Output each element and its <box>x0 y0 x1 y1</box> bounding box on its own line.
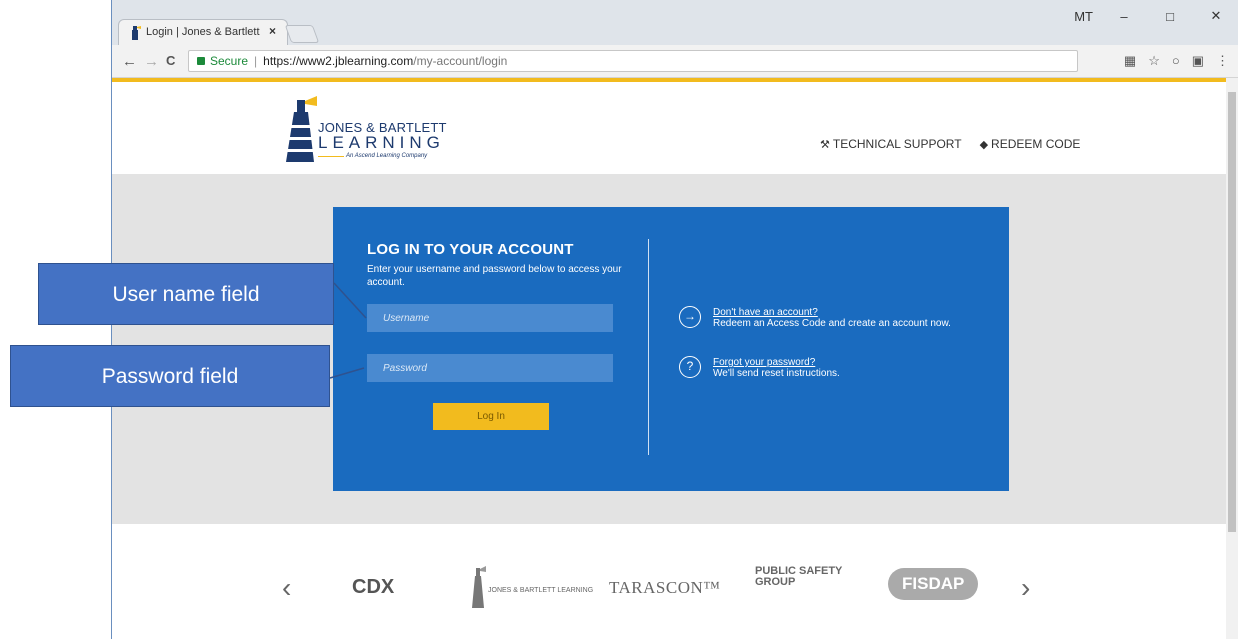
password-callout: Password field <box>10 345 330 407</box>
screenshot: Login | Jones & Bartlett L × MT – □ ✕ ← … <box>0 0 1238 639</box>
username-callout: User name field <box>38 263 334 325</box>
